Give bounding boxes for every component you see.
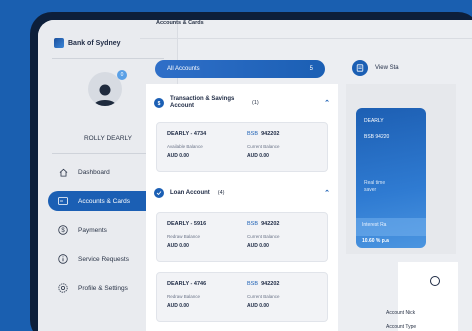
info-icon: [58, 254, 68, 264]
gear-icon: [58, 283, 68, 293]
account-bsb: BSB 942202: [247, 221, 280, 227]
sidebar-item-label: Service Requests: [78, 255, 129, 263]
loan-group-header[interactable]: Loan Account (4) ⌃: [154, 182, 330, 204]
bank-logo[interactable]: Bank of Sydney: [54, 38, 121, 48]
balance-label: Current Balance: [247, 234, 280, 239]
account-nickname-label: Account Nick: [386, 310, 416, 316]
account-card[interactable]: DEARLY - 5916 BSB 942202 Redraw Balance …: [156, 212, 328, 262]
notification-badge: 0: [117, 70, 127, 80]
bank-name: Bank of Sydney: [68, 39, 121, 47]
all-accounts-label: All Accounts: [167, 66, 200, 72]
bank-logo-icon: [54, 38, 64, 48]
avatar[interactable]: 0: [88, 70, 127, 106]
account-name: DEARLY - 4734: [167, 131, 207, 137]
svg-text:$: $: [158, 101, 161, 106]
all-accounts-dropdown[interactable]: All Accounts 5: [155, 60, 325, 78]
balance-value: AUD 0.00: [247, 303, 269, 309]
interest-rate-value: 10.60 % p.a: [362, 238, 389, 244]
group-count: (1): [252, 100, 259, 106]
loan-icon: [154, 188, 164, 198]
group-count: (4): [217, 190, 225, 196]
sidebar-item-label: Accounts & Cards: [78, 197, 131, 205]
account-name: DEARLY - 4746: [167, 281, 207, 287]
chevron-up-icon[interactable]: ⌃: [324, 189, 330, 197]
card-bsb: BSB 94220: [364, 134, 390, 140]
balance-value: AUD 0.00: [247, 153, 269, 159]
statement-icon[interactable]: [352, 60, 368, 76]
balance-label: Redraw Balance: [167, 234, 201, 239]
group-title: Loan Account: [170, 190, 210, 196]
account-name: DEARLY - 5916: [167, 221, 207, 227]
sidebar-item-label: Profile & Settings: [78, 284, 128, 292]
balance-label: Current Balance: [247, 294, 280, 299]
account-bsb: BSB 942202: [247, 281, 280, 287]
card-product: Real time saver: [364, 180, 386, 193]
balance-label: Available Balance: [167, 144, 203, 149]
chevron-up-icon[interactable]: ⌃: [324, 99, 330, 107]
svg-text:$: $: [61, 228, 65, 234]
sidebar-item-label: Dashboard: [78, 168, 110, 176]
balance-value: AUD 0.00: [167, 303, 189, 309]
balance-label: Redraw Balance: [167, 294, 201, 299]
card-holder-name: DEARLY: [364, 118, 384, 124]
interest-rate-label: Interest Ra: [356, 218, 426, 236]
settings-icon[interactable]: [430, 276, 440, 286]
balance-value: AUD 0.00: [167, 243, 189, 249]
card-icon: [58, 196, 68, 206]
dollar-icon: $: [58, 225, 68, 235]
account-card[interactable]: DEARLY - 4746 BSB 942202 Redraw Balance …: [156, 272, 328, 322]
accounts-panel: $ Transaction & Savings Account (1) ⌃ DE…: [146, 84, 338, 331]
view-statement-link[interactable]: View Sta: [375, 65, 399, 71]
sidebar-item-label: Payments: [78, 226, 107, 234]
account-options-panel: [398, 262, 458, 331]
balance-value: AUD 0.00: [247, 243, 269, 249]
dollar-icon: $: [154, 98, 164, 108]
account-card-preview[interactable]: DEARLY BSB 94220 Real time saver Interest…: [356, 108, 426, 248]
account-bsb: BSB 942202: [247, 131, 280, 137]
account-type-label: Account Type: [386, 324, 417, 330]
home-icon: [58, 167, 68, 177]
group-title: Transaction & Savings Account: [170, 96, 235, 109]
breadcrumb: Accounts & Cards: [156, 20, 204, 26]
divider: [140, 38, 472, 39]
balance-value: AUD 0.00: [167, 153, 189, 159]
balance-label: Current Balance: [247, 144, 280, 149]
divider: [52, 58, 164, 59]
all-accounts-count: 5: [309, 66, 313, 72]
transaction-group-header[interactable]: $ Transaction & Savings Account (1) ⌃: [154, 92, 330, 114]
account-card[interactable]: DEARLY - 4734 BSB 942202 Available Balan…: [156, 122, 328, 172]
